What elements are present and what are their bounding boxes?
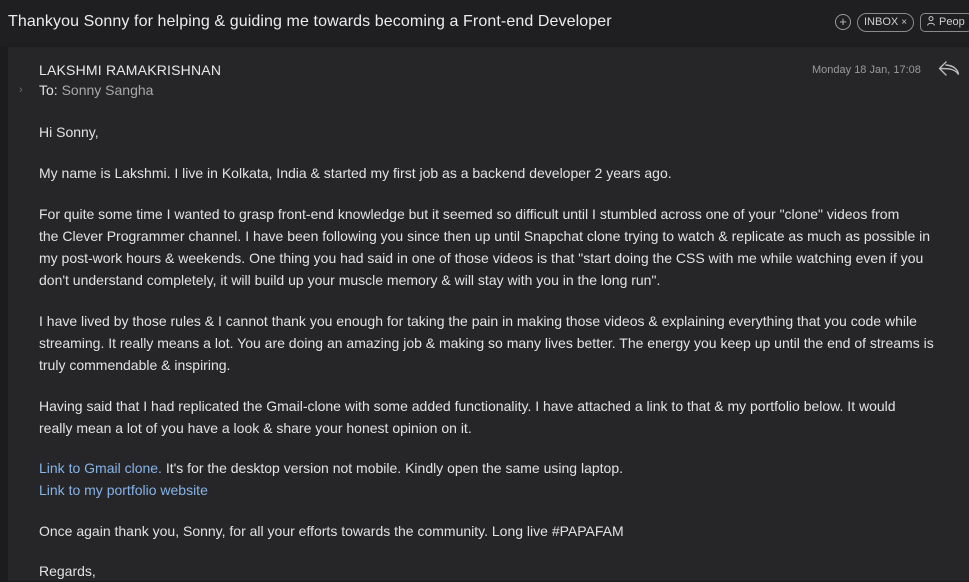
text-line: truly commendable & inspiring. [39,357,231,373]
portfolio-link[interactable]: Link to my portfolio website [39,482,208,498]
label-chip-text: INBOX [864,16,899,28]
message-date: Monday 18 Jan, 17:08 [812,64,921,76]
recipient-name[interactable]: Sonny Sangha [62,82,154,98]
plus-circle-icon[interactable]: + [835,14,851,30]
email-subject: Thankyou Sonny for helping & guiding me … [8,13,612,30]
message-header-bar: Thankyou Sonny for helping & guiding me … [0,0,969,46]
people-button[interactable]: Peop [920,13,969,32]
gmail-clone-link[interactable]: Link to Gmail clone. [39,460,162,476]
to-label: To: [39,82,58,98]
link-row: Link to my portfolio website [39,479,969,501]
paragraph-intro: My name is Lakshmi. I live in Kolkata, I… [39,165,672,181]
text-line: don't understand completely, it will bui… [39,272,661,288]
reply-icon[interactable] [938,60,960,78]
paragraph-story: For quite some time I wanted to grasp fr… [39,203,969,291]
person-icon [927,16,935,26]
greeting: Hi Sonny, [39,124,99,140]
sender-name: LAKSHMI RAMAKRISHNAN [39,62,222,78]
text-line: I have lived by those rules & I cannot t… [39,313,917,329]
paragraph-thanks: I have lived by those rules & I cannot t… [39,310,969,376]
text-line: Having said that I had replicated the Gm… [39,398,896,414]
label-chip-inbox[interactable]: INBOX × [857,13,915,32]
text-line: For quite some time I wanted to grasp fr… [39,206,900,222]
link-note: It's for the desktop version not mobile.… [161,460,624,476]
paragraph-closing: Once again thank you, Sonny, for all you… [39,523,624,539]
link-row: Link to Gmail clone. It's for the deskto… [39,457,969,479]
text-line: streaming. It really means a lot. You ar… [39,335,934,351]
signoff: Regards, [39,563,96,579]
recipient-row: To: Sonny Sangha [39,82,153,98]
text-line: my post-work hours & weekends. One thing… [39,250,924,266]
chevron-right-icon[interactable]: › [19,84,23,96]
people-button-label: Peop [939,16,965,28]
close-icon[interactable]: × [901,17,907,28]
links-block: Link to Gmail clone. It's for the deskto… [39,457,969,501]
paragraph-request: Having said that I had replicated the Gm… [39,395,969,439]
text-line: really mean a lot of you have a look & s… [39,420,472,436]
text-line: the Clever Programmer channel. I have be… [39,228,931,244]
